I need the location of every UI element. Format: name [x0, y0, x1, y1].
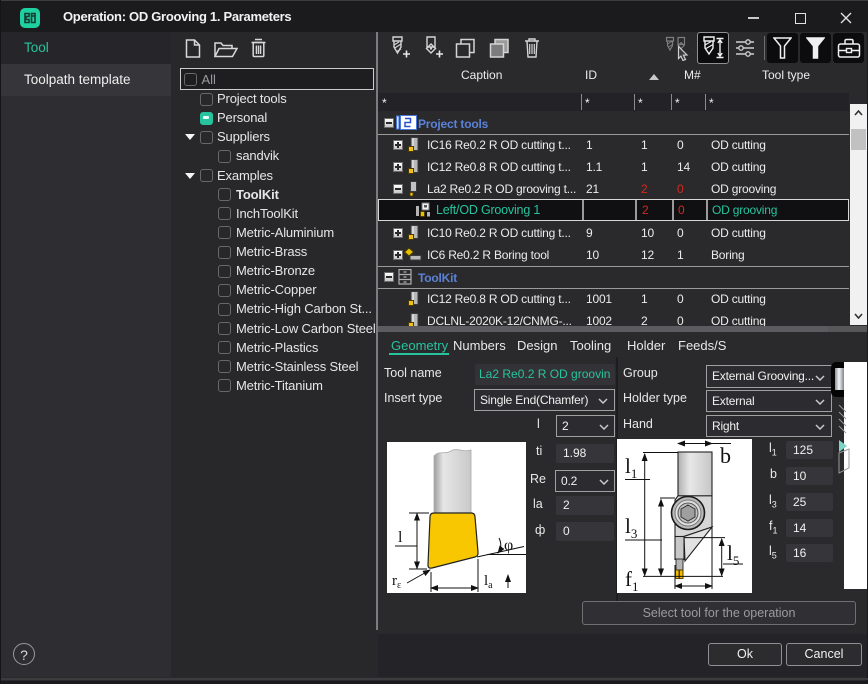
- svg-text:l3: l3: [625, 514, 637, 541]
- svg-text:la: la: [484, 573, 493, 591]
- svg-text:l: l: [398, 529, 403, 546]
- svg-text:φ: φ: [504, 537, 513, 554]
- svg-text:f1: f1: [625, 567, 639, 593]
- svg-text:b: b: [720, 443, 731, 468]
- svg-text:l1: l1: [625, 454, 637, 481]
- svg-text:rε: rε: [392, 573, 401, 591]
